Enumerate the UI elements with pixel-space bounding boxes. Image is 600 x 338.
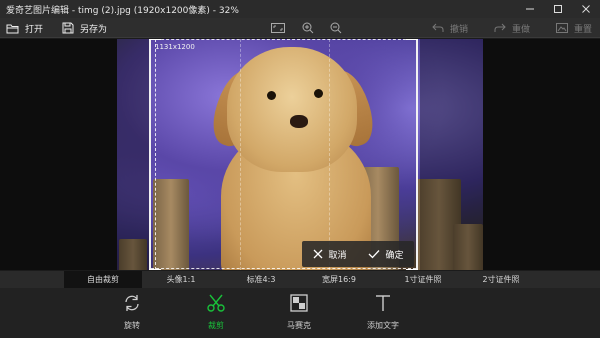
tool-rotate[interactable]: 旋转 — [102, 292, 162, 336]
image-canvas[interactable]: 1131x1200 取消 确定 — [0, 39, 600, 270]
mosaic-icon — [288, 292, 310, 314]
toolbar: 打开 另存为 撤销 重做 重置 — [0, 18, 600, 38]
minimize-button[interactable] — [516, 0, 544, 18]
edit-tools-bar: 旋转 裁剪 马赛克 添加文字 — [0, 288, 600, 338]
preset-label: 1寸证件照 — [404, 275, 442, 284]
undo-icon — [432, 23, 444, 32]
close-button[interactable] — [572, 0, 600, 18]
crop-handle-top-right[interactable] — [406, 39, 418, 40]
fit-screen-button[interactable] — [270, 20, 286, 36]
text-icon — [372, 292, 394, 314]
close-icon — [582, 5, 590, 13]
zoom-out-button[interactable] — [328, 20, 344, 36]
crop-handle-bottom-right[interactable] — [406, 269, 418, 270]
tool-label: 裁剪 — [208, 321, 224, 330]
crop-shade-right — [420, 39, 483, 270]
crop-cancel-label: 取消 — [328, 250, 347, 261]
crop-handle-top-left[interactable] — [149, 39, 161, 40]
tool-crop[interactable]: 裁剪 — [186, 292, 246, 336]
crop-preset-bar: 自由裁剪 头像1:1 标准4:3 宽屏16:9 1寸证件照 2寸证件照 — [0, 271, 600, 288]
preset-widescreen-16-9[interactable]: 宽屏16:9 — [308, 271, 370, 288]
tool-add-text[interactable]: 添加文字 — [353, 292, 413, 336]
folder-icon — [6, 24, 19, 33]
window-title: 爱奇艺图片编辑 - timg (2).jpg (1920x1200像素) - 3… — [6, 5, 239, 16]
undo-button[interactable]: 撤销 — [432, 18, 468, 38]
preset-1-inch-id-photo[interactable]: 1寸证件照 — [388, 271, 458, 288]
undo-label: 撤销 — [450, 24, 469, 35]
preset-label: 宽屏16:9 — [322, 275, 356, 284]
preset-avatar-1-1[interactable]: 头像1:1 — [150, 271, 212, 288]
reset-image-icon — [556, 23, 568, 33]
close-icon — [314, 249, 323, 259]
zoom-in-icon — [302, 22, 314, 34]
preset-label: 标准4:3 — [246, 275, 276, 284]
redo-label: 重做 — [512, 24, 531, 35]
crop-confirm-bar: 取消 确定 — [302, 241, 414, 267]
zoom-out-icon — [330, 22, 342, 34]
crop-scissors-icon — [205, 292, 227, 314]
save-as-label: 另存为 — [80, 24, 108, 35]
checkmark-icon — [369, 250, 380, 259]
maximize-button[interactable] — [544, 0, 572, 18]
minimize-icon — [526, 8, 534, 10]
preset-standard-4-3[interactable]: 标准4:3 — [230, 271, 292, 288]
crop-handle-bottom-left[interactable] — [149, 269, 161, 270]
redo-button[interactable]: 重做 — [494, 18, 530, 38]
preset-label: 自由裁剪 — [87, 275, 119, 284]
tool-label: 马赛克 — [287, 321, 311, 330]
crop-cancel-button[interactable]: 取消 — [302, 241, 358, 267]
maximize-icon — [554, 5, 562, 13]
fit-screen-icon — [271, 23, 285, 33]
crop-confirm-button[interactable]: 确定 — [358, 241, 414, 267]
crop-confirm-label: 确定 — [385, 250, 404, 261]
crop-frame[interactable] — [149, 39, 418, 270]
preset-2-inch-id-photo[interactable]: 2寸证件照 — [466, 271, 536, 288]
preset-free-crop[interactable]: 自由裁剪 — [64, 271, 142, 288]
reset-button[interactable]: 重置 — [556, 18, 592, 38]
tool-label: 旋转 — [124, 321, 140, 330]
crop-size-label: 1131x1200 — [155, 43, 195, 51]
tool-label: 添加文字 — [367, 321, 399, 330]
rotate-icon — [121, 292, 143, 314]
tool-mosaic[interactable]: 马赛克 — [269, 292, 329, 336]
save-as-button[interactable]: 另存为 — [62, 18, 107, 38]
crop-shade-left — [117, 39, 149, 270]
redo-icon — [494, 23, 506, 32]
title-bar: 爱奇艺图片编辑 - timg (2).jpg (1920x1200像素) - 3… — [0, 0, 600, 18]
reset-label: 重置 — [574, 24, 593, 35]
preset-label: 2寸证件照 — [482, 275, 520, 284]
open-button[interactable]: 打开 — [6, 18, 43, 38]
open-label: 打开 — [25, 24, 44, 35]
preset-label: 头像1:1 — [166, 275, 196, 284]
zoom-in-button[interactable] — [300, 20, 316, 36]
save-icon — [62, 22, 74, 34]
